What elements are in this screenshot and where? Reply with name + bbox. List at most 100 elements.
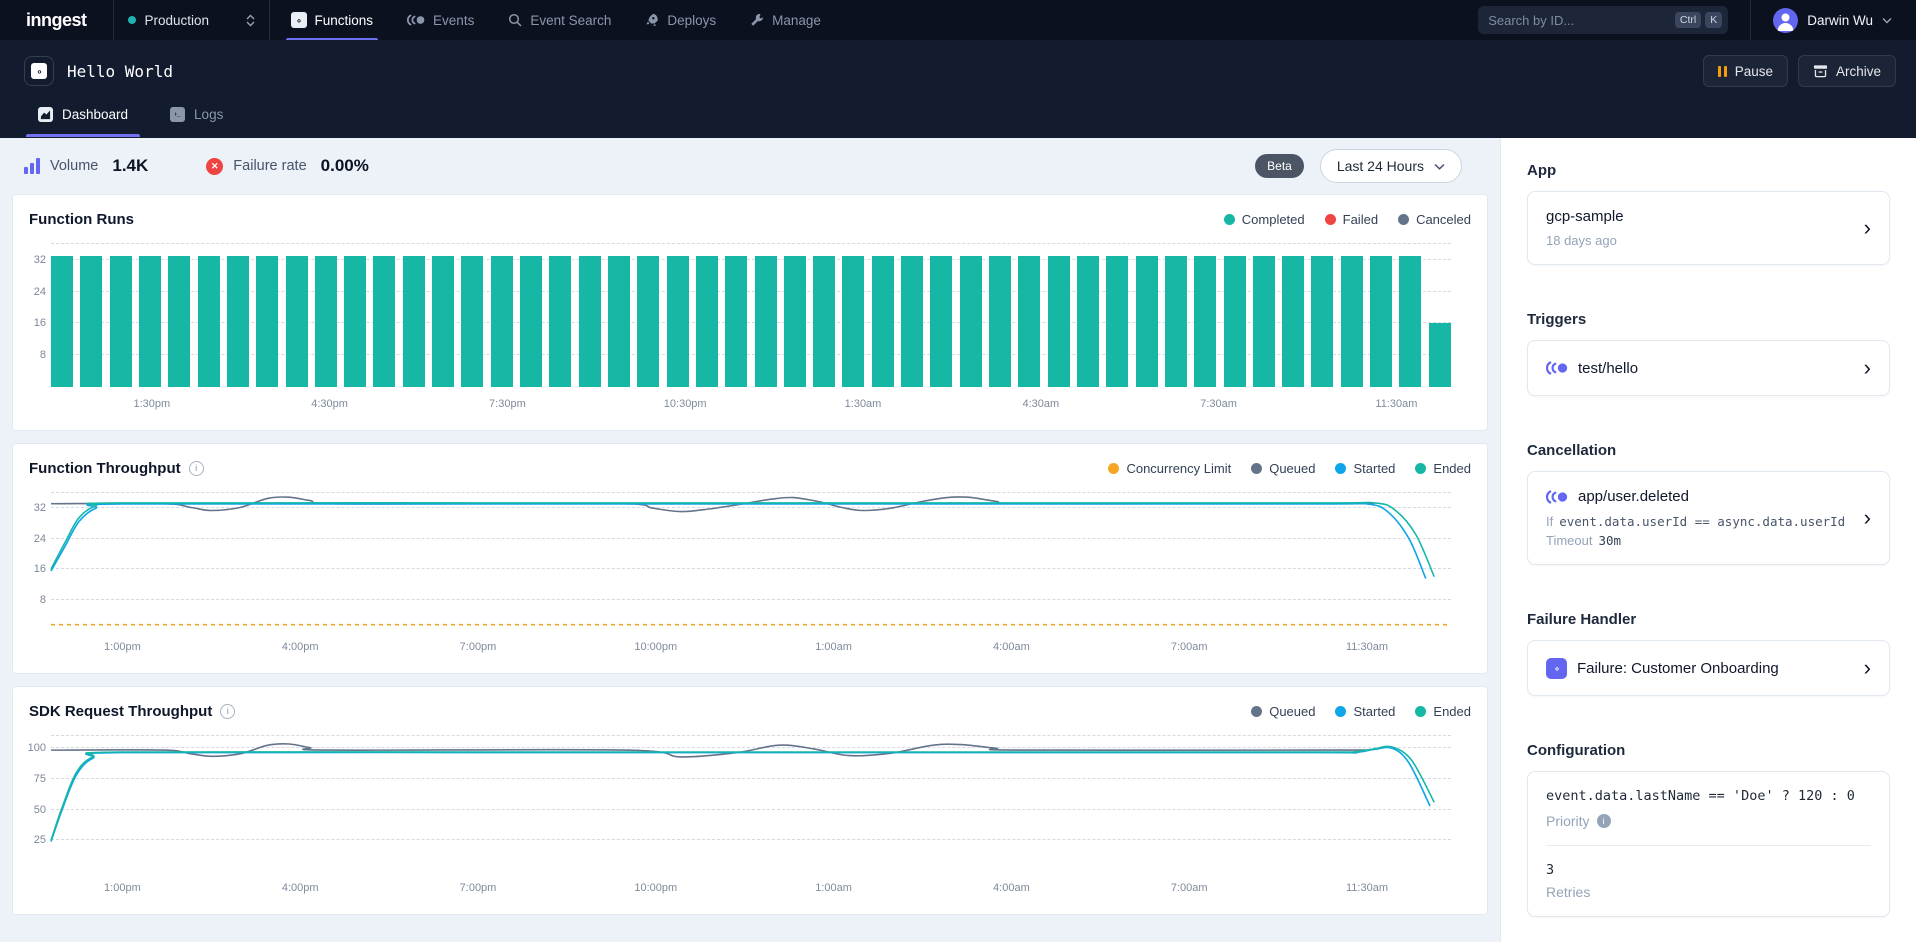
series-ended xyxy=(51,502,1434,576)
chart-title: Function Throughput xyxy=(29,460,181,477)
info-icon[interactable]: i xyxy=(1597,814,1611,828)
legend-dot xyxy=(1251,706,1262,717)
x-tick-label: 7:00am xyxy=(1171,882,1208,894)
inngest-logo[interactable]: inngest xyxy=(0,0,113,40)
legend-item[interactable]: Completed xyxy=(1224,212,1305,227)
cancellation-condition: event.data.userId == async.data.userId xyxy=(1559,514,1845,529)
configuration-card: event.data.lastName == 'Doe' ? 120 : 0 P… xyxy=(1527,771,1890,917)
x-tick-label: 10:00pm xyxy=(634,641,677,653)
archive-icon xyxy=(1813,64,1828,78)
avatar xyxy=(1773,8,1798,33)
failure-rate-value: 0.00% xyxy=(321,156,369,176)
nav-tab-manage[interactable]: Manage xyxy=(733,0,838,40)
cancellation-card[interactable]: app/user.deleted If event.data.userId ==… xyxy=(1527,471,1890,565)
priority-label: Priority xyxy=(1546,813,1590,829)
legend-item[interactable]: Failed xyxy=(1325,212,1378,227)
run-bar xyxy=(432,256,454,387)
legend-item[interactable]: Started xyxy=(1335,704,1395,719)
x-tick-label: 10:30pm xyxy=(664,398,707,410)
run-bar xyxy=(1048,256,1070,387)
nav-tab-events[interactable]: Events xyxy=(390,0,491,40)
legend-item[interactable]: Canceled xyxy=(1398,212,1471,227)
line-chart-canvas xyxy=(51,493,1451,630)
y-tick-label: 16 xyxy=(34,317,46,329)
divider xyxy=(269,0,270,40)
env-status-dot xyxy=(128,16,136,24)
search-icon xyxy=(508,13,522,27)
retries-value: 3 xyxy=(1546,862,1871,878)
nav-tab-functions[interactable]: ‹› Functions xyxy=(274,0,391,40)
chevron-right-icon[interactable]: › xyxy=(1854,217,1871,239)
y-tick-label: 16 xyxy=(34,563,46,575)
stats-bar: Volume 1.4K ✕ Failure rate 0.00% Beta La… xyxy=(0,138,1500,194)
triggers-section: Triggers test/hello › xyxy=(1527,311,1890,396)
chevron-right-icon[interactable]: › xyxy=(1854,357,1871,379)
run-bar xyxy=(813,256,835,387)
chart-legend: Queued Started Ended xyxy=(1251,704,1471,719)
pause-button[interactable]: Pause xyxy=(1703,55,1788,87)
top-nav-right: Ctrl K Darwin Wu xyxy=(1478,0,1916,40)
y-tick-label: 75 xyxy=(34,773,46,785)
chevron-down-icon xyxy=(1434,163,1445,170)
run-bar xyxy=(51,256,73,387)
legend-item[interactable]: Ended xyxy=(1415,704,1471,719)
kbd-ctrl: Ctrl xyxy=(1675,12,1701,28)
chevron-right-icon[interactable]: › xyxy=(1854,657,1871,679)
legend-item[interactable]: Queued xyxy=(1251,461,1315,476)
x-tick-label: 7:00pm xyxy=(460,882,497,894)
run-bar xyxy=(139,256,161,387)
x-tick-label: 4:30am xyxy=(1022,398,1059,410)
chevron-up-down-icon xyxy=(246,14,255,27)
legend-dot xyxy=(1335,463,1346,474)
x-tick-label: 1:00pm xyxy=(104,882,141,894)
nav-tab-event-search[interactable]: Event Search xyxy=(491,0,628,40)
legend-item[interactable]: Queued xyxy=(1251,704,1315,719)
tab-logs[interactable]: ›_ Logs xyxy=(156,91,237,137)
global-search[interactable]: Ctrl K xyxy=(1478,6,1728,34)
failure-handler-card[interactable]: ‹› Failure: Customer Onboarding › xyxy=(1527,640,1890,696)
run-bar xyxy=(491,256,513,387)
volume-bars-icon xyxy=(24,158,40,174)
app-section: App gcp-sample 18 days ago › xyxy=(1527,162,1890,265)
run-bar xyxy=(520,256,542,387)
run-bar xyxy=(579,256,601,387)
legend-item[interactable]: Ended xyxy=(1415,461,1471,476)
info-icon[interactable]: i xyxy=(189,461,204,476)
time-range-selector[interactable]: Last 24 Hours xyxy=(1320,149,1462,183)
run-bar xyxy=(725,256,747,387)
run-bar xyxy=(1224,256,1246,387)
y-tick-label: 24 xyxy=(34,533,46,545)
retries-label: Retries xyxy=(1546,884,1590,900)
nav-tab-label: Event Search xyxy=(530,13,611,28)
legend-dot xyxy=(1251,463,1262,474)
user-name: Darwin Wu xyxy=(1807,13,1873,28)
app-card[interactable]: gcp-sample 18 days ago › xyxy=(1527,191,1890,265)
run-bar xyxy=(1282,256,1304,387)
top-nav: inngest Production ‹› Functions Events E… xyxy=(0,0,1916,40)
y-tick-label: 100 xyxy=(28,742,46,754)
legend-item[interactable]: Started xyxy=(1335,461,1395,476)
run-bar xyxy=(637,256,659,387)
nav-tab-deploys[interactable]: Deploys xyxy=(628,0,733,40)
x-tick-label: 7:30am xyxy=(1200,398,1237,410)
x-tick-label: 1:00pm xyxy=(104,641,141,653)
environment-switcher[interactable]: Production xyxy=(114,0,269,40)
nav-tab-label: Functions xyxy=(315,13,374,28)
series-started xyxy=(51,503,1426,578)
archive-button[interactable]: Archive xyxy=(1798,55,1896,87)
chevron-right-icon[interactable]: › xyxy=(1854,507,1871,529)
run-bar xyxy=(1018,256,1040,387)
info-icon[interactable]: i xyxy=(220,704,235,719)
trigger-card[interactable]: test/hello › xyxy=(1527,340,1890,396)
legend-item[interactable]: Concurrency Limit xyxy=(1108,461,1231,476)
run-bar xyxy=(168,256,190,387)
function-icon: ‹› xyxy=(24,56,54,86)
x-tick-label: 1:00am xyxy=(815,882,852,894)
user-menu[interactable]: Darwin Wu xyxy=(1750,0,1916,40)
env-label: Production xyxy=(145,13,237,28)
legend-label: Queued xyxy=(1269,461,1315,476)
search-input[interactable] xyxy=(1488,13,1671,28)
chart-title: Function Runs xyxy=(29,211,134,228)
sdk-request-throughput-panel: SDK Request Throughput i QueuedStartedEn… xyxy=(12,686,1488,915)
tab-dashboard[interactable]: Dashboard xyxy=(24,91,142,137)
